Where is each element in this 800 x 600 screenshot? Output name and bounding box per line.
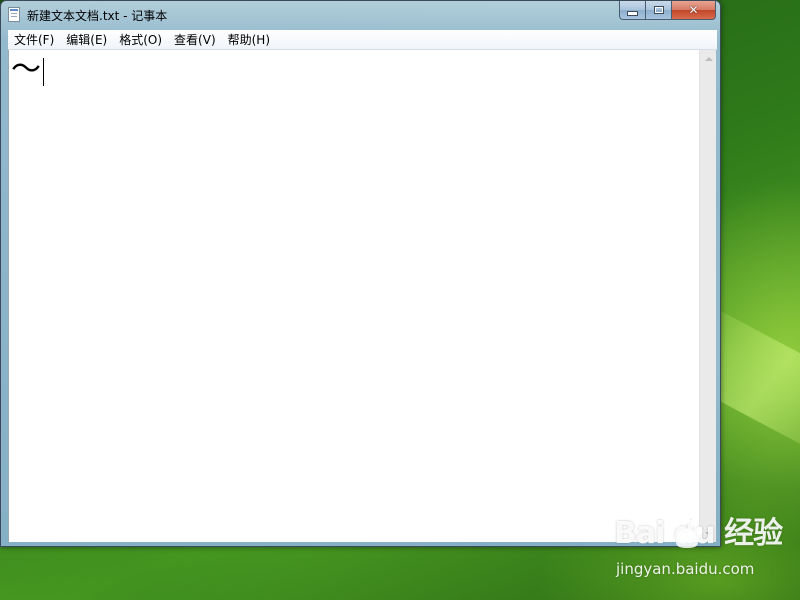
close-button[interactable]: ✕ — [672, 1, 716, 20]
menu-edit[interactable]: 编辑(E) — [60, 31, 113, 49]
text-caret — [43, 58, 44, 86]
maximize-button[interactable] — [646, 1, 672, 20]
baidu-paw-icon — [673, 514, 703, 548]
menu-file[interactable]: 文件(F) — [8, 31, 60, 49]
editor-text: ～ — [11, 52, 41, 87]
scroll-up-button[interactable] — [700, 50, 717, 67]
title-bar[interactable]: 新建文本文档.txt - 记事本 ✕ — [1, 1, 720, 29]
baidu-watermark: Bai du 经验 jingyan.baidu.com — [612, 514, 792, 586]
notepad-window: 新建文本文档.txt - 记事本 ✕ 文件(F) 编辑(E) 格式(O) 查看(… — [0, 0, 721, 547]
menu-help[interactable]: 帮助(H) — [222, 31, 276, 49]
menu-view[interactable]: 查看(V) — [168, 31, 222, 49]
text-editor-area[interactable]: ～ — [8, 50, 699, 542]
notepad-icon[interactable] — [8, 7, 20, 22]
close-icon: ✕ — [688, 3, 699, 17]
scroll-up-arrow-icon — [704, 56, 713, 61]
minimize-button[interactable] — [619, 1, 646, 20]
window-title: 新建文本文档.txt - 记事本 — [27, 9, 168, 23]
caption-buttons: ✕ — [619, 1, 716, 21]
menu-bar: 文件(F) 编辑(E) 格式(O) 查看(V) 帮助(H) — [8, 30, 717, 50]
minimize-icon — [627, 10, 638, 16]
desktop-background: 新建文本文档.txt - 记事本 ✕ 文件(F) 编辑(E) 格式(O) 查看(… — [0, 0, 800, 600]
menu-format[interactable]: 格式(O) — [113, 31, 168, 49]
vertical-scrollbar[interactable] — [699, 50, 716, 542]
watermark-url: jingyan.baidu.com — [616, 560, 755, 578]
maximize-icon — [653, 6, 664, 14]
